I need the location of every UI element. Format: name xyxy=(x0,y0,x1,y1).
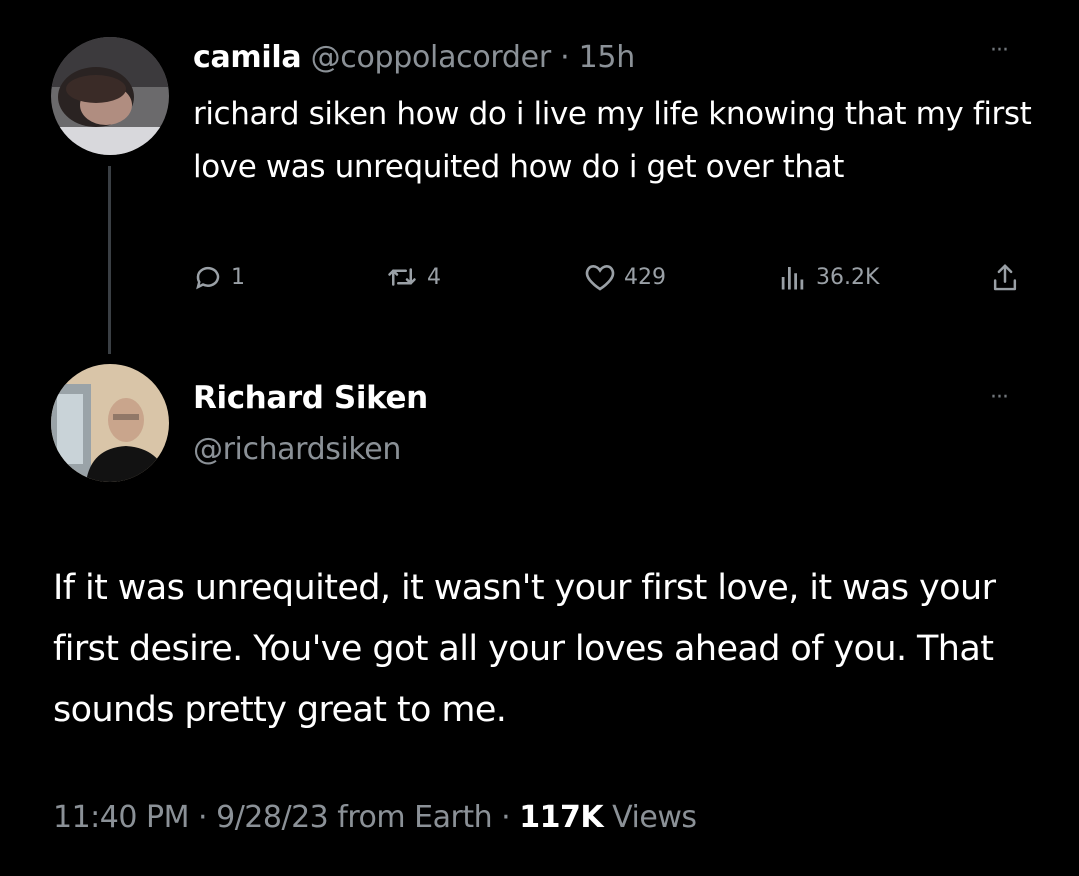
views-count: 36.2K xyxy=(816,264,880,290)
author-name[interactable]: camila xyxy=(193,40,302,75)
tweet-header: camila @coppolacorder · 15h xyxy=(193,40,635,75)
reply-time[interactable]: 11:40 PM xyxy=(53,800,189,835)
tweet-time[interactable]: 15h xyxy=(579,40,636,75)
author-handle[interactable]: @coppolacorder xyxy=(311,40,552,75)
meta-separator: · xyxy=(501,800,511,835)
reply-date-source: 9/28/23 from Earth xyxy=(216,800,493,835)
richard-siken-avatar[interactable] xyxy=(51,364,169,482)
like-count: 429 xyxy=(624,264,666,290)
retweet-count: 4 xyxy=(427,264,441,290)
reply-meta: 11:40 PM · 9/28/23 from Earth · 117K Vie… xyxy=(53,800,697,835)
reply-text: If it was unrequited, it wasn't your fir… xyxy=(53,568,996,730)
header-separator: · xyxy=(560,40,570,75)
reply-count: 1 xyxy=(231,264,245,290)
heart-icon xyxy=(585,264,615,291)
reply-button[interactable]: 1 xyxy=(193,262,245,292)
retweet-button[interactable]: 4 xyxy=(385,262,441,292)
reply-author-name[interactable]: Richard Siken xyxy=(193,380,428,416)
meta-separator: · xyxy=(198,800,208,835)
tweet-text: richard siken how do i live my life know… xyxy=(193,96,1032,185)
reply-author-handle[interactable]: @richardsiken xyxy=(193,432,401,467)
reply-icon xyxy=(196,266,220,290)
views-icon xyxy=(781,267,804,290)
views-button[interactable]: 36.2K xyxy=(778,262,879,292)
camila-avatar[interactable] xyxy=(51,37,169,155)
reply-views-label: Views xyxy=(612,800,697,835)
retweet-icon xyxy=(388,268,416,286)
share-icon xyxy=(993,264,1017,291)
share-button[interactable] xyxy=(990,262,1020,294)
thread-line xyxy=(108,166,111,354)
like-button[interactable]: 429 xyxy=(584,262,666,292)
tweet-more-icon[interactable]: ··· xyxy=(990,38,1009,63)
reply-views-count[interactable]: 117K xyxy=(519,800,603,835)
reply-more-icon[interactable]: ··· xyxy=(990,385,1009,410)
